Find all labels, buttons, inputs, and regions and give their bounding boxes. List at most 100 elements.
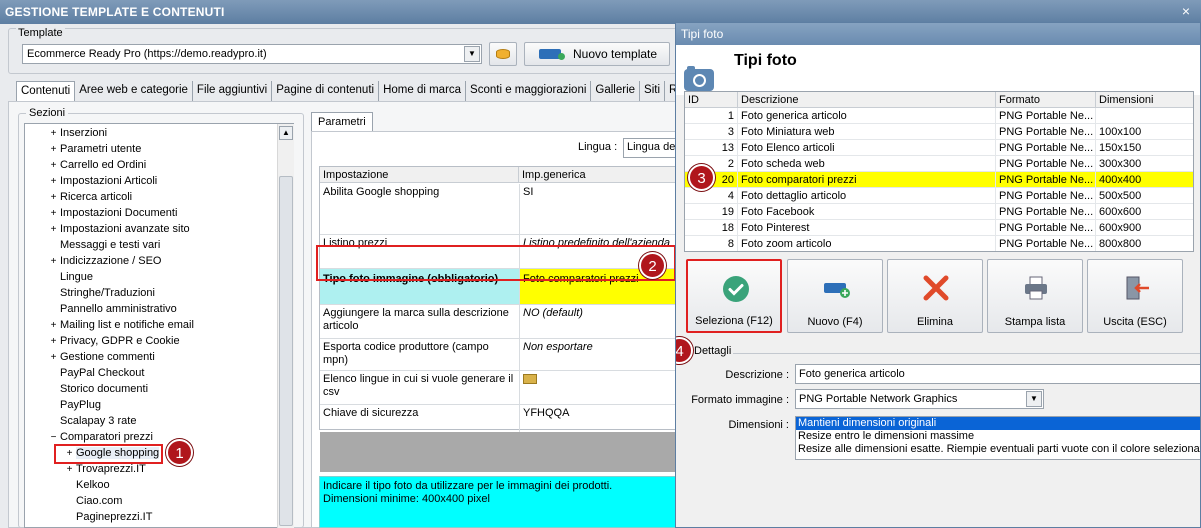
expand-icon[interactable]: + (49, 334, 58, 350)
expand-icon[interactable]: + (49, 174, 58, 190)
dimensions-listbox[interactable]: Mantieni dimensioni originali Resize entr… (795, 416, 1200, 460)
col-dimensioni[interactable]: Dimensioni (1096, 92, 1193, 108)
select-button[interactable]: Seleziona (F12) (686, 259, 782, 333)
list-cell-dim: 100x100 (1096, 124, 1193, 140)
chevron-down-icon[interactable]: ▼ (464, 46, 480, 62)
list-cell-dim: 300x300 (1096, 156, 1193, 172)
col-formato[interactable]: Formato (996, 92, 1096, 108)
list-row[interactable]: 8 Foto zoom articolo PNG Portable Ne... 800… (685, 236, 1193, 251)
tree-item[interactable]: Scalapay 3 rate (49, 413, 136, 429)
expand-icon[interactable]: + (65, 462, 74, 478)
delete-x-icon (922, 274, 950, 302)
list-row[interactable]: 1 Foto generica articolo PNG Portable Ne..… (685, 108, 1193, 124)
tree-item[interactable]: + Impostazioni Articoli (49, 173, 158, 190)
grid-cell-value[interactable]: Non esportare (520, 339, 699, 370)
expand-icon[interactable]: + (49, 350, 58, 366)
chevron-down-icon[interactable]: ▼ (1026, 391, 1042, 407)
expand-icon[interactable]: + (49, 158, 58, 174)
tree-item[interactable]: Stringhe/Traduzioni (49, 285, 155, 301)
tree-item[interactable]: Storico documenti (49, 381, 148, 397)
template-select[interactable]: Ecommerce Ready Pro (https://demo.readyp… (22, 44, 482, 64)
tree-item-label: Kelkoo (76, 479, 110, 491)
tree-scrollbar[interactable]: ▲ (277, 124, 294, 528)
tab-1[interactable]: Aree web e categorie (75, 81, 193, 101)
grid-cell-setting: Abilita Google shopping (323, 186, 440, 198)
database-button[interactable] (489, 42, 517, 66)
new-button[interactable]: Nuovo (F4) (787, 259, 883, 333)
tab-6[interactable]: Gallerie (591, 81, 641, 101)
tab-parametri[interactable]: Parametri (311, 112, 373, 132)
tab-5[interactable]: Sconti e maggiorazioni (466, 81, 592, 101)
list-row[interactable]: 19 Foto Facebook PNG Portable Ne... 600x600… (685, 204, 1193, 220)
scroll-thumb[interactable] (279, 176, 293, 526)
tree-item-label: Carrello ed Ordini (60, 159, 147, 171)
exit-button[interactable]: Uscita (ESC) (1087, 259, 1183, 333)
dimension-option[interactable]: Mantieni dimensioni originali (796, 417, 1200, 430)
tab-3[interactable]: Pagine di contenuti (272, 81, 380, 101)
list-row[interactable]: 13 Foto Elenco articoli PNG Portable Ne...… (685, 140, 1193, 156)
expand-icon[interactable]: + (49, 126, 58, 142)
list-row[interactable]: 3 Foto Miniatura web PNG Portable Ne... 100… (685, 124, 1193, 140)
tree-item[interactable]: Ciao.com (65, 493, 122, 509)
tree-item-label: Pagineprezzi.IT (76, 511, 153, 523)
tree-item[interactable]: + Impostazioni Documenti (49, 205, 178, 222)
list-row[interactable]: 4 Foto dettaglio articolo PNG Portable Ne.… (685, 188, 1193, 204)
new-template-button[interactable]: Nuovo template (524, 42, 670, 66)
tree-item[interactable]: PayPlug (49, 397, 101, 413)
tree-item[interactable]: − Comparatori prezzi (49, 429, 153, 445)
scroll-up-icon[interactable]: ▲ (279, 126, 293, 140)
tree-item[interactable]: Pannello amministrativo (49, 301, 177, 317)
close-icon[interactable]: × (1177, 2, 1195, 20)
image-format-select[interactable]: PNG Portable Network Graphics ▼ (795, 389, 1044, 409)
list-row[interactable]: 2 Foto scheda web PNG Portable Ne... 300x30… (685, 156, 1193, 172)
expand-icon[interactable]: + (49, 222, 58, 238)
tree-item[interactable]: + Gestione commenti (49, 349, 155, 365)
tab-4[interactable]: Home di marca (379, 81, 467, 101)
tree-item[interactable]: + Parametri utente (49, 141, 142, 158)
photo-types-list[interactable]: ID Descrizione Formato Dimensioni C 1Fot… (684, 91, 1194, 252)
description-field[interactable]: Foto generica articolo (795, 364, 1200, 384)
tree-item[interactable]: Pagineprezzi.IT (65, 509, 152, 525)
tree-item[interactable]: Kelkoo (65, 477, 110, 493)
tree-item[interactable]: + Ricerca articoli (49, 189, 133, 206)
tab-7[interactable]: Siti (640, 81, 666, 101)
expand-icon[interactable]: + (49, 254, 58, 270)
sections-tree[interactable]: + Inserzioni + Parametri utente + Carrello ed… (24, 123, 294, 528)
tree-item[interactable]: + Impostazioni avanzate sito (49, 221, 190, 237)
tree-item[interactable]: + Inserzioni (49, 125, 108, 142)
tab-2[interactable]: File aggiuntivi (192, 81, 273, 101)
expand-icon[interactable]: + (49, 206, 58, 222)
tree-item-label: Indicizzazione / SEO (60, 255, 162, 267)
dimension-option[interactable]: Resize entro le dimensioni massime (796, 430, 1200, 443)
tree-item[interactable]: PayPal Checkout (49, 365, 144, 381)
list-cell-fmt: PNG Portable Ne... (996, 204, 1096, 220)
grid-cell-value[interactable]: NO (default) (520, 305, 699, 338)
expand-icon[interactable]: + (49, 142, 58, 158)
tab-0[interactable]: Contenuti (16, 81, 76, 102)
list-cell-fmt: PNG Portable Ne... (996, 124, 1096, 140)
tree-item[interactable]: Messaggi e testi vari (49, 237, 160, 253)
grid-row[interactable]: Aggiungere la marca sulla descrizione ar… (320, 305, 699, 339)
grid-row[interactable]: Elenco lingue in cui si vuole generare i… (320, 371, 699, 405)
dimension-option[interactable]: Resize alle dimensioni esatte. Riempie e… (796, 443, 1200, 456)
col-id[interactable]: ID (685, 92, 738, 108)
list-row[interactable]: 20 Foto comparatori prezzi PNG Portable Ne… (685, 172, 1193, 188)
grid-cell-value[interactable]: SI (520, 184, 699, 234)
list-row[interactable]: 18 Foto Pinterest PNG Portable Ne... 600x90… (685, 220, 1193, 236)
grid-row[interactable]: Esporta codice produttore (campo mpn) Non… (320, 339, 699, 371)
tree-item[interactable]: + Privacy, GDPR e Cookie (49, 333, 180, 349)
print-list-button[interactable]: Stampa lista (987, 259, 1083, 333)
expand-icon[interactable]: + (49, 190, 58, 206)
exit-button-label: Uscita (ESC) (1103, 316, 1167, 328)
grid-row[interactable]: Abilita Google shopping SI (320, 184, 699, 235)
delete-button[interactable]: Elimina (887, 259, 983, 333)
details-label: Dettagli (692, 345, 734, 357)
dialog-heading: Tipi foto (734, 52, 797, 69)
col-descrizione[interactable]: Descrizione (738, 92, 996, 108)
tree-item[interactable]: Lingue (49, 269, 93, 285)
tree-item[interactable]: + Mailing list e notifiche email (49, 317, 194, 333)
grid-cell-value[interactable] (520, 371, 699, 404)
tree-item[interactable]: + Indicizzazione / SEO (49, 253, 162, 269)
expand-icon[interactable]: + (49, 318, 58, 334)
tree-item[interactable]: + Carrello ed Ordini (49, 157, 147, 174)
